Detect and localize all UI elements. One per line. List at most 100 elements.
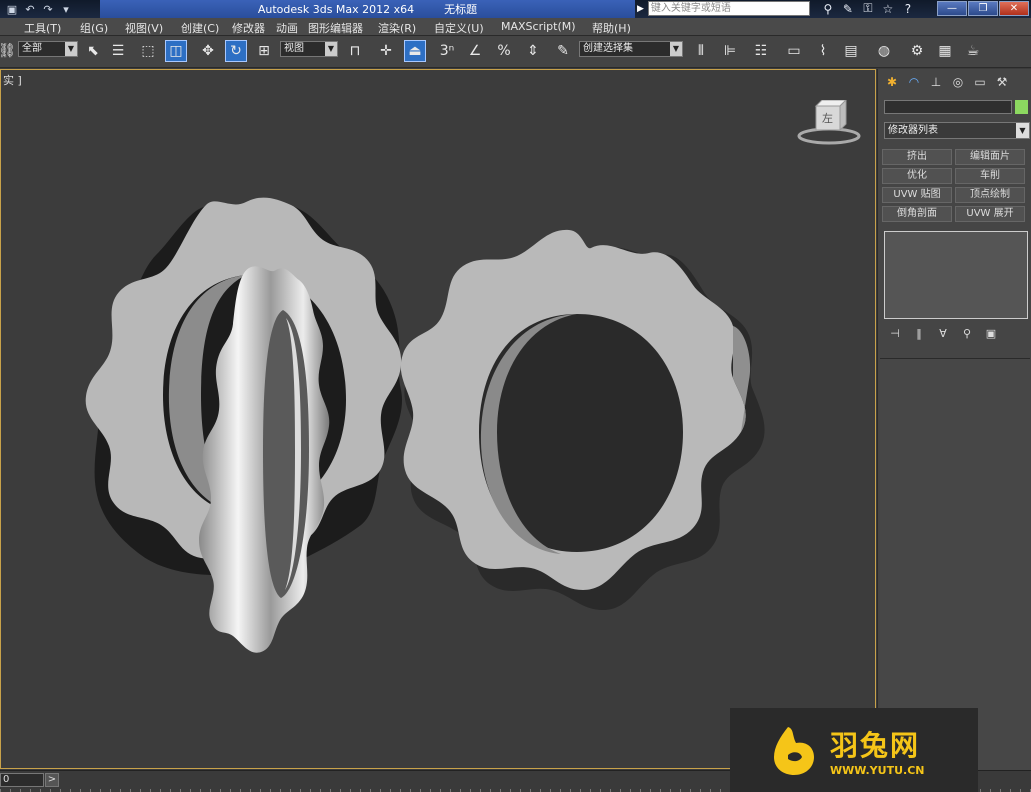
- watermark-text: 羽兔网 WWW.YUTU.CN: [830, 724, 924, 777]
- close-button[interactable]: ✕: [999, 1, 1029, 16]
- menu-create[interactable]: 创建(C): [181, 20, 219, 36]
- chevron-down-icon: ▼: [1016, 123, 1029, 138]
- layer-manager-icon[interactable]: ☷: [750, 40, 772, 62]
- menu-graph-editors[interactable]: 图形编辑器: [308, 20, 363, 36]
- menu-modifiers[interactable]: 修改器: [232, 20, 265, 36]
- menu-group[interactable]: 组(G): [80, 20, 108, 36]
- restore-button[interactable]: ❐: [968, 1, 998, 16]
- unwrap-uvw-button[interactable]: UVW 展开: [955, 206, 1025, 222]
- select-manipulate-icon[interactable]: ✛: [375, 40, 397, 62]
- modifier-stack[interactable]: [884, 231, 1028, 319]
- star-icon[interactable]: ☆: [880, 1, 896, 16]
- select-object-icon[interactable]: ⬉: [82, 40, 104, 62]
- motion-icon[interactable]: ◎: [948, 73, 968, 91]
- search-expand-icon[interactable]: ▶: [637, 4, 644, 14]
- make-unique-icon[interactable]: ∀: [934, 326, 952, 340]
- menu-help[interactable]: 帮助(H): [592, 20, 631, 36]
- undo-icon[interactable]: ↶: [22, 2, 38, 16]
- frame-field[interactable]: 0: [0, 773, 44, 787]
- wrench-icon[interactable]: ✎: [840, 1, 856, 16]
- viewcube[interactable]: 左: [796, 98, 862, 153]
- binoculars-icon[interactable]: ⚲: [820, 1, 836, 16]
- window-title: Autodesk 3ds Max 2012 x64 无标题: [100, 0, 635, 18]
- schematic-view-icon[interactable]: ▤: [840, 40, 862, 62]
- edit-patch-button[interactable]: 编辑面片: [955, 149, 1025, 165]
- dropdown-icon[interactable]: ▾: [58, 2, 74, 16]
- yutu-logo-icon: [774, 727, 814, 775]
- hierarchy-icon[interactable]: ⊥: [926, 73, 946, 91]
- uvw-map-button[interactable]: UVW 贴图: [882, 187, 952, 203]
- window-controls: — ❐ ✕: [937, 1, 1029, 16]
- optimize-button[interactable]: 优化: [882, 168, 952, 184]
- spinner-snap-icon[interactable]: ⇕: [522, 40, 544, 62]
- watermark: 羽兔网 WWW.YUTU.CN: [730, 708, 978, 792]
- stack-controls: ⊣ ‖ ∀ ⚲ ▣: [886, 326, 1000, 340]
- select-by-name-icon[interactable]: ☰: [107, 40, 129, 62]
- save-icon[interactable]: ▣: [4, 2, 20, 16]
- remove-modifier-icon[interactable]: ⚲: [958, 326, 976, 340]
- chevron-down-icon: ▼: [670, 42, 682, 56]
- modifier-list-dropdown[interactable]: 修改器列表 ▼: [884, 122, 1030, 139]
- menu-animation[interactable]: 动画: [276, 20, 298, 36]
- move-icon[interactable]: ✥: [197, 40, 219, 62]
- modify-icon[interactable]: ◠: [904, 73, 924, 91]
- link-icon[interactable]: ⛓: [0, 40, 18, 62]
- document-title: 无标题: [444, 3, 478, 16]
- selection-filter-dropdown[interactable]: 全部 ▼: [18, 41, 78, 57]
- extrude-button[interactable]: 挤出: [882, 149, 952, 165]
- menu-maxscript[interactable]: MAXScript(M): [501, 20, 576, 33]
- reference-coordinate-value: 视图: [284, 43, 304, 54]
- lathe-button[interactable]: 车削: [955, 168, 1025, 184]
- configure-modifier-sets-icon[interactable]: ▣: [982, 326, 1000, 340]
- utilities-icon[interactable]: ⚒: [992, 73, 1012, 91]
- menu-tools[interactable]: 工具(T): [24, 20, 61, 36]
- vertex-paint-button[interactable]: 顶点绘制: [955, 187, 1025, 203]
- graphite-ribbon-icon[interactable]: ▭: [783, 40, 805, 62]
- named-selection-value: 创建选择集: [583, 43, 633, 54]
- object-color-swatch[interactable]: [1015, 100, 1028, 114]
- menu-customize[interactable]: 自定义(U): [434, 20, 484, 36]
- key-icon[interactable]: ⚿: [860, 1, 876, 16]
- minimize-button[interactable]: —: [937, 1, 967, 16]
- bevel-profile-button[interactable]: 倒角剖面: [882, 206, 952, 222]
- app-title: Autodesk 3ds Max 2012 x64: [257, 2, 415, 16]
- named-selection-dropdown[interactable]: 创建选择集 ▼: [579, 41, 683, 57]
- help-icon[interactable]: ?: [900, 1, 916, 16]
- angle-snap-icon[interactable]: ∠: [464, 40, 486, 62]
- title-bar: ▣ ↶ ↷ ▾ Autodesk 3ds Max 2012 x64 无标题 ▶ …: [0, 0, 1031, 18]
- material-editor-icon[interactable]: ◍: [873, 40, 895, 62]
- rendered-frame-window-icon[interactable]: ▦: [934, 40, 956, 62]
- chevron-down-icon: ▼: [65, 42, 77, 56]
- reference-coordinate-dropdown[interactable]: 视图 ▼: [280, 41, 338, 57]
- next-frame-button[interactable]: >: [45, 773, 59, 787]
- render-production-icon[interactable]: ☕: [962, 40, 984, 62]
- mirror-icon[interactable]: ⫴: [690, 40, 712, 62]
- percent-snap-icon[interactable]: %: [493, 40, 515, 62]
- viewport-perspective[interactable]: 实 ] 左: [0, 69, 876, 769]
- redo-icon[interactable]: ↷: [40, 2, 56, 16]
- render-setup-icon[interactable]: ⚙: [906, 40, 928, 62]
- edit-named-selection-icon[interactable]: ✎: [552, 40, 574, 62]
- watermark-url: WWW.YUTU.CN: [830, 763, 925, 777]
- pin-stack-icon[interactable]: ⊣: [886, 326, 904, 340]
- show-end-result-icon[interactable]: ‖: [910, 326, 928, 340]
- right-gear: [400, 229, 765, 610]
- menu-views[interactable]: 视图(V): [125, 20, 163, 36]
- pivot-center-icon[interactable]: ⊓: [344, 40, 366, 62]
- command-panel-tabs: ✱ ◠ ⊥ ◎ ▭ ⚒: [882, 73, 1012, 91]
- snap-label: 3: [439, 43, 449, 59]
- create-icon[interactable]: ✱: [882, 73, 902, 91]
- object-name-field[interactable]: [884, 100, 1012, 114]
- display-icon[interactable]: ▭: [970, 73, 990, 91]
- menu-rendering[interactable]: 渲染(R): [378, 20, 416, 36]
- align-icon[interactable]: ⊫: [719, 40, 741, 62]
- snaps-toggle-icon[interactable]: 3ⁿ: [436, 40, 458, 62]
- curve-editor-icon[interactable]: ⌇: [812, 40, 834, 62]
- infocenter: ▶ 键入关键字或短语 ⚲ ✎ ⚿ ☆ ?: [637, 1, 916, 16]
- window-crossing-icon[interactable]: ◫: [165, 40, 187, 62]
- scale-icon[interactable]: ⊞: [253, 40, 275, 62]
- rotate-icon[interactable]: ↻: [225, 40, 247, 62]
- rectangular-region-icon[interactable]: ⬚: [137, 40, 159, 62]
- keyboard-shortcut-override-icon[interactable]: ⏏: [404, 40, 426, 62]
- search-input[interactable]: 键入关键字或短语: [647, 1, 810, 16]
